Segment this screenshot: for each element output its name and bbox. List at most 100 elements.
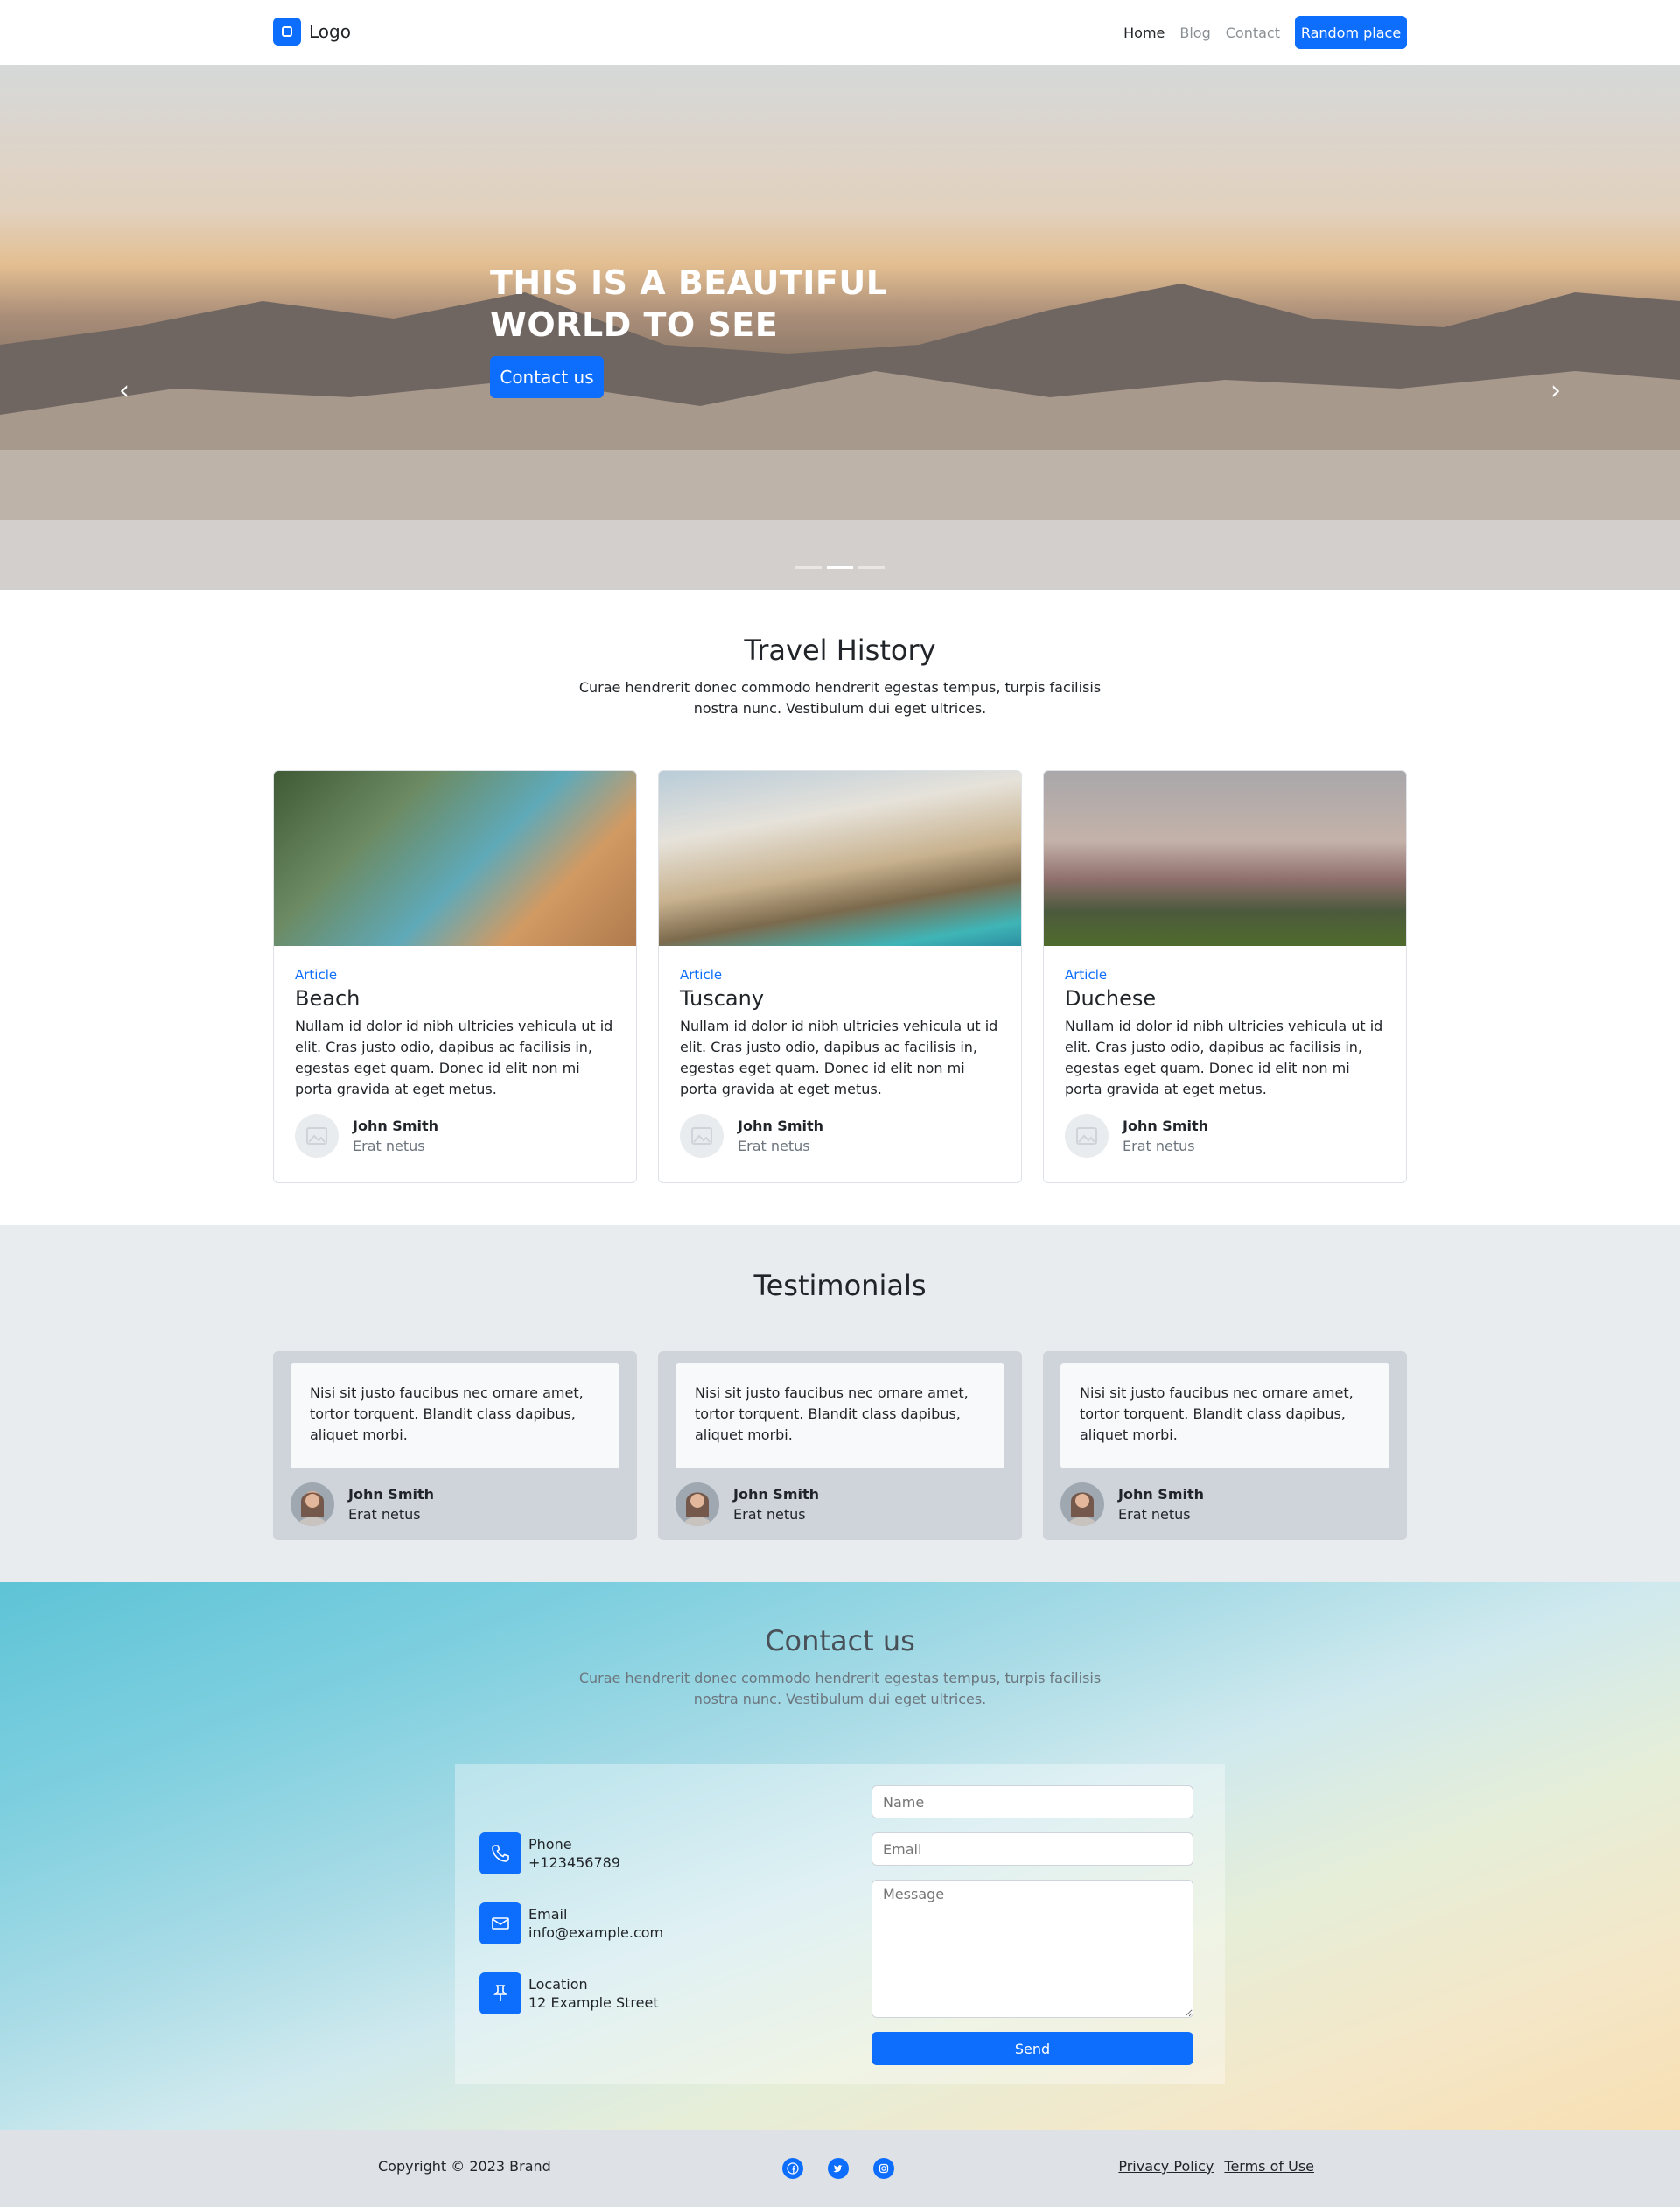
card-text: Nullam id dolor id nibh ultricies vehicu… bbox=[1065, 1018, 1383, 1097]
footer: Copyright © 2023 Brand Privacy Policy Te… bbox=[0, 2130, 1680, 2207]
carousel-indicator[interactable] bbox=[827, 566, 853, 569]
card-text: Nullam id dolor id nibh ultricies vehicu… bbox=[295, 1018, 613, 1097]
travel-card[interactable]: Article Duchese Nullam id dolor id nibh … bbox=[1043, 770, 1407, 1183]
avatar bbox=[676, 1482, 719, 1526]
contact-box: Phone +123456789 Email info@example.com … bbox=[455, 1764, 1225, 2084]
card-image bbox=[659, 771, 1021, 946]
envelope-icon bbox=[480, 1902, 522, 1944]
travel-card[interactable]: Article Beach Nullam id dolor id nibh ul… bbox=[273, 770, 637, 1183]
message-textarea[interactable] bbox=[872, 1880, 1194, 2018]
carousel-indicator[interactable] bbox=[795, 566, 822, 569]
testimonial-author: John Smith Erat netus bbox=[290, 1482, 620, 1526]
author-name: John Smith bbox=[1118, 1486, 1205, 1503]
random-place-button[interactable]: Random place bbox=[1295, 16, 1407, 49]
hero-carousel: ‹ › THIS IS A BEAUTIFUL WORLD TO SEE Con… bbox=[0, 65, 1680, 590]
name-input[interactable] bbox=[872, 1785, 1194, 1818]
card-title: Duchese bbox=[1065, 986, 1157, 1011]
testimonial-author: John Smith Erat netus bbox=[676, 1482, 1004, 1526]
travel-history-section: Travel History Curae hendrerit donec com… bbox=[0, 590, 1680, 1225]
card-author: John Smith Erat netus bbox=[295, 1114, 615, 1158]
brand[interactable]: Logo bbox=[273, 18, 351, 46]
author-role: Erat netus bbox=[348, 1506, 421, 1523]
pin-icon bbox=[480, 1972, 522, 2014]
carousel-indicators bbox=[795, 566, 885, 569]
author-name: John Smith bbox=[738, 1118, 824, 1134]
author-name: John Smith bbox=[733, 1486, 820, 1503]
travel-card[interactable]: Article Tuscany Nullam id dolor id nibh … bbox=[658, 770, 1022, 1183]
instagram-icon[interactable] bbox=[873, 2158, 894, 2179]
avatar bbox=[290, 1482, 334, 1526]
twitter-icon[interactable] bbox=[828, 2158, 849, 2179]
travel-subtitle: Curae hendrerit donec commodo hendrerit … bbox=[578, 679, 1102, 717]
location-value: 12 Example Street bbox=[528, 1994, 659, 2011]
footer-links: Privacy Policy Terms of Use bbox=[1118, 2158, 1314, 2175]
author-role: Erat netus bbox=[733, 1506, 806, 1523]
navbar: Logo Home Blog Contact Random place bbox=[0, 0, 1680, 65]
card-author: John Smith Erat netus bbox=[680, 1114, 1000, 1158]
author-role: Erat netus bbox=[738, 1138, 810, 1154]
image-placeholder-icon bbox=[680, 1114, 724, 1158]
nav-contact[interactable]: Contact bbox=[1226, 25, 1280, 41]
phone-icon bbox=[480, 1832, 522, 1874]
card-text: Nullam id dolor id nibh ultricies vehicu… bbox=[680, 1018, 998, 1097]
card-tag: Article bbox=[1065, 967, 1108, 983]
testimonial-cards: Nisi sit justo faucibus nec ornare amet,… bbox=[273, 1351, 1407, 1540]
card-image bbox=[274, 771, 636, 946]
contact-location: Location 12 Example Street bbox=[480, 1972, 659, 2014]
copyright-text: Copyright © 2023 Brand bbox=[378, 2158, 551, 2175]
hero-contact-button[interactable]: Contact us bbox=[490, 356, 604, 398]
testimonial-author: John Smith Erat netus bbox=[1060, 1482, 1390, 1526]
author-name: John Smith bbox=[1123, 1118, 1209, 1134]
email-input[interactable] bbox=[872, 1832, 1194, 1866]
testimonial-quote: Nisi sit justo faucibus nec ornare amet,… bbox=[676, 1363, 1004, 1468]
carousel-indicator[interactable] bbox=[858, 566, 885, 569]
location-label: Location bbox=[528, 1976, 588, 1993]
brand-text: Logo bbox=[309, 21, 351, 42]
card-tag: Article bbox=[680, 967, 723, 983]
contact-email: Email info@example.com bbox=[480, 1902, 663, 1944]
image-placeholder-icon bbox=[1065, 1114, 1109, 1158]
nav-links: Home Blog Contact Random place bbox=[1124, 16, 1407, 49]
facebook-icon[interactable] bbox=[782, 2158, 803, 2179]
avatar bbox=[1060, 1482, 1104, 1526]
terms-of-use-link[interactable]: Terms of Use bbox=[1224, 2158, 1314, 2175]
author-role: Erat netus bbox=[1123, 1138, 1195, 1154]
contact-section: Contact us Curae hendrerit donec commodo… bbox=[0, 1582, 1680, 2130]
author-role: Erat netus bbox=[1118, 1506, 1191, 1523]
author-name: John Smith bbox=[348, 1486, 435, 1503]
testimonial-quote: Nisi sit justo faucibus nec ornare amet,… bbox=[1060, 1363, 1390, 1468]
card-image bbox=[1044, 771, 1406, 946]
contact-subtitle: Curae hendrerit donec commodo hendrerit … bbox=[578, 1670, 1102, 1707]
author-name: John Smith bbox=[353, 1118, 439, 1134]
card-title: Beach bbox=[295, 986, 360, 1011]
card-tag: Article bbox=[295, 967, 338, 983]
hero-title: THIS IS A BEAUTIFUL WORLD TO SEE bbox=[490, 263, 888, 344]
testimonial-card: Nisi sit justo faucibus nec ornare amet,… bbox=[273, 1351, 637, 1540]
travel-heading: Travel History bbox=[744, 634, 936, 667]
carousel-prev-icon[interactable]: ‹ bbox=[119, 375, 130, 406]
travel-cards: Article Beach Nullam id dolor id nibh ul… bbox=[273, 770, 1407, 1183]
contact-heading: Contact us bbox=[765, 1624, 915, 1657]
author-role: Erat netus bbox=[353, 1138, 425, 1154]
carousel-next-icon[interactable]: › bbox=[1550, 375, 1561, 406]
nav-blog[interactable]: Blog bbox=[1180, 25, 1210, 41]
image-placeholder-icon bbox=[295, 1114, 339, 1158]
card-author: John Smith Erat netus bbox=[1065, 1114, 1385, 1158]
testimonial-quote: Nisi sit justo faucibus nec ornare amet,… bbox=[290, 1363, 620, 1468]
testimonials-section: Testimonials Nisi sit justo faucibus nec… bbox=[0, 1225, 1680, 1582]
testimonial-card: Nisi sit justo faucibus nec ornare amet,… bbox=[1043, 1351, 1407, 1540]
phone-value: +123456789 bbox=[528, 1854, 621, 1871]
testimonials-heading: Testimonials bbox=[753, 1269, 927, 1302]
card-title: Tuscany bbox=[680, 986, 765, 1011]
logo-icon bbox=[273, 18, 301, 46]
nav-home[interactable]: Home bbox=[1124, 25, 1165, 41]
privacy-policy-link[interactable]: Privacy Policy bbox=[1118, 2158, 1214, 2175]
testimonial-card: Nisi sit justo faucibus nec ornare amet,… bbox=[658, 1351, 1022, 1540]
hero-content: THIS IS A BEAUTIFUL WORLD TO SEE Contact… bbox=[490, 262, 1032, 398]
phone-label: Phone bbox=[528, 1836, 572, 1853]
send-button[interactable]: Send bbox=[872, 2032, 1194, 2065]
email-value: info@example.com bbox=[528, 1924, 664, 1941]
contact-phone: Phone +123456789 bbox=[480, 1832, 620, 1874]
email-label: Email bbox=[528, 1906, 568, 1923]
social-links bbox=[782, 2158, 894, 2179]
